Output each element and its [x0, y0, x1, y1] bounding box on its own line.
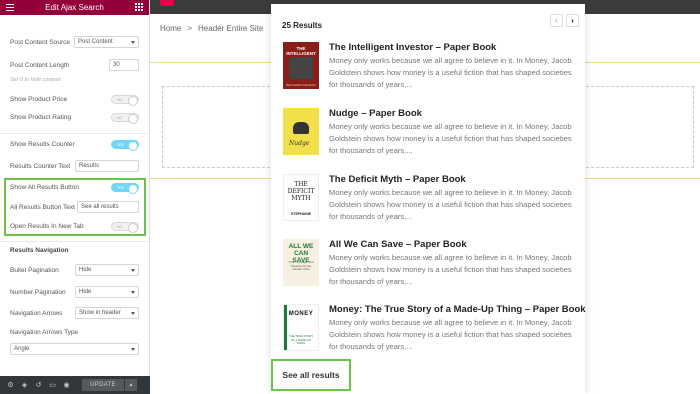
result-title[interactable]: Nudge – Paper Book	[329, 108, 422, 119]
result-item[interactable]: THE INTELLIGENT INVESTOR BENJAMIN GRAHAM…	[283, 42, 578, 100]
result-title[interactable]: The Deficit Myth – Paper Book	[329, 174, 466, 185]
show-results-counter-toggle[interactable]: YES	[111, 140, 139, 151]
control-navigation-arrows-type: Angle	[10, 343, 139, 355]
result-title[interactable]: The Intelligent Investor – Paper Book	[329, 42, 496, 53]
number-pagination-select[interactable]: Hide	[75, 286, 139, 298]
control-show-product-price: Show Product Price NO	[10, 95, 139, 106]
results-counter-text-input[interactable]: Results	[75, 160, 139, 172]
book-cover-image: MONEY THE TRUE STORY OF A MADE-UP THING	[283, 304, 319, 351]
settings-icon[interactable]: ⚙	[7, 382, 14, 389]
content-length-hint: Set 0 to hide content	[10, 77, 61, 83]
control-navigation-arrows: Navigation Arrows Show in header	[10, 307, 139, 319]
search-results-dropdown: 25 Results ‹ › THE INTELLIGENT INVESTOR …	[271, 4, 586, 394]
result-description: Money only works because we all agree to…	[329, 56, 572, 89]
navigation-arrows-select[interactable]: Show in header	[75, 307, 139, 319]
apps-grid-icon[interactable]	[135, 3, 143, 11]
book-cover-image: ALL WE CAN SAVE Truth, Courage, and Solu…	[283, 239, 319, 286]
book-cover-image: Nudge	[283, 108, 319, 155]
control-show-results-counter: Show Results Counter YES	[10, 140, 139, 151]
result-item[interactable]: MONEY THE TRUE STORY OF A MADE-UP THING …	[283, 304, 586, 362]
chevron-left-icon[interactable]: ‹	[550, 14, 563, 27]
result-description: Money only works because we all agree to…	[329, 253, 572, 286]
panel-title: Edit Ajax Search	[45, 3, 104, 12]
results-counter: 25 Results	[282, 21, 323, 30]
chevron-down-icon	[131, 347, 135, 351]
update-options-caret[interactable]: ▲	[125, 379, 137, 391]
control-post-content-source: Post Content Source Post Content	[10, 36, 139, 48]
see-all-results-button[interactable]: See all results	[271, 359, 351, 391]
result-description: Money only works because we all agree to…	[329, 188, 572, 221]
breadcrumb-home[interactable]: Home	[160, 24, 181, 33]
preview-eye-icon[interactable]: ◉	[63, 382, 70, 389]
result-item[interactable]: Nudge Nudge – Paper Book Money only work…	[283, 108, 578, 166]
result-item[interactable]: ALL WE CAN SAVE Truth, Courage, and Solu…	[283, 239, 578, 297]
breadcrumb-separator: >	[187, 24, 193, 33]
show-product-price-toggle[interactable]: NO	[111, 95, 139, 106]
editor-panel: Edit Ajax Search Post Content Source Pos…	[0, 0, 150, 394]
book-cover-image: THE INTELLIGENT INVESTOR BENJAMIN GRAHAM	[283, 42, 319, 89]
control-number-pagination: Number Pagination Hide	[10, 286, 139, 298]
result-title[interactable]: All We Can Save – Paper Book	[329, 239, 467, 250]
section-handle[interactable]	[160, 0, 174, 6]
menu-icon[interactable]	[6, 4, 14, 11]
breadcrumb-current: Header Entire Site	[198, 24, 264, 33]
control-show-product-rating: Show Product Rating NO	[10, 113, 139, 124]
divider	[0, 133, 149, 134]
control-navigation-arrows-type-label: Navigation Arrows Type	[10, 329, 79, 336]
control-bullet-pagination: Bullet Pagination Hide	[10, 264, 139, 276]
navigation-arrows-type-select[interactable]: Angle	[10, 343, 139, 355]
post-content-length-input[interactable]: 30	[109, 59, 139, 71]
panel-header: Edit Ajax Search	[0, 0, 149, 15]
highlight-all-results-settings	[4, 178, 146, 236]
breadcrumb: Home > Header Entire Site	[160, 24, 263, 33]
control-results-counter-text: Results Counter Text Results	[10, 160, 139, 172]
history-icon[interactable]: ↺	[35, 382, 42, 389]
show-product-rating-toggle[interactable]: NO	[111, 113, 139, 124]
chevron-down-icon	[131, 40, 135, 44]
chevron-down-icon	[131, 268, 135, 272]
chevron-right-icon[interactable]: ›	[566, 14, 579, 27]
responsive-icon[interactable]: ▭	[49, 382, 56, 389]
result-description: Money only works because we all agree to…	[329, 318, 572, 351]
results-navigation-heading: Results Navigation	[10, 247, 69, 254]
post-content-source-select[interactable]: Post Content	[74, 36, 139, 48]
result-title[interactable]: Money: The True Story of a Made-Up Thing…	[329, 304, 586, 315]
chevron-down-icon	[131, 290, 135, 294]
layers-icon[interactable]: ◈	[21, 382, 28, 389]
panel-footer: ⚙ ◈ ↺ ▭ ◉ UPDATE ▲	[0, 376, 150, 394]
divider	[0, 241, 149, 242]
book-cover-image: THE DEFICIT MYTH STEPHANIE	[283, 174, 319, 221]
bullet-pagination-select[interactable]: Hide	[75, 264, 139, 276]
update-button[interactable]: UPDATE	[82, 379, 124, 391]
control-post-content-length: Post Content Length 30	[10, 59, 139, 71]
chevron-down-icon	[131, 311, 135, 315]
result-description: Money only works because we all agree to…	[329, 122, 572, 155]
result-item[interactable]: THE DEFICIT MYTH STEPHANIE The Deficit M…	[283, 174, 578, 232]
